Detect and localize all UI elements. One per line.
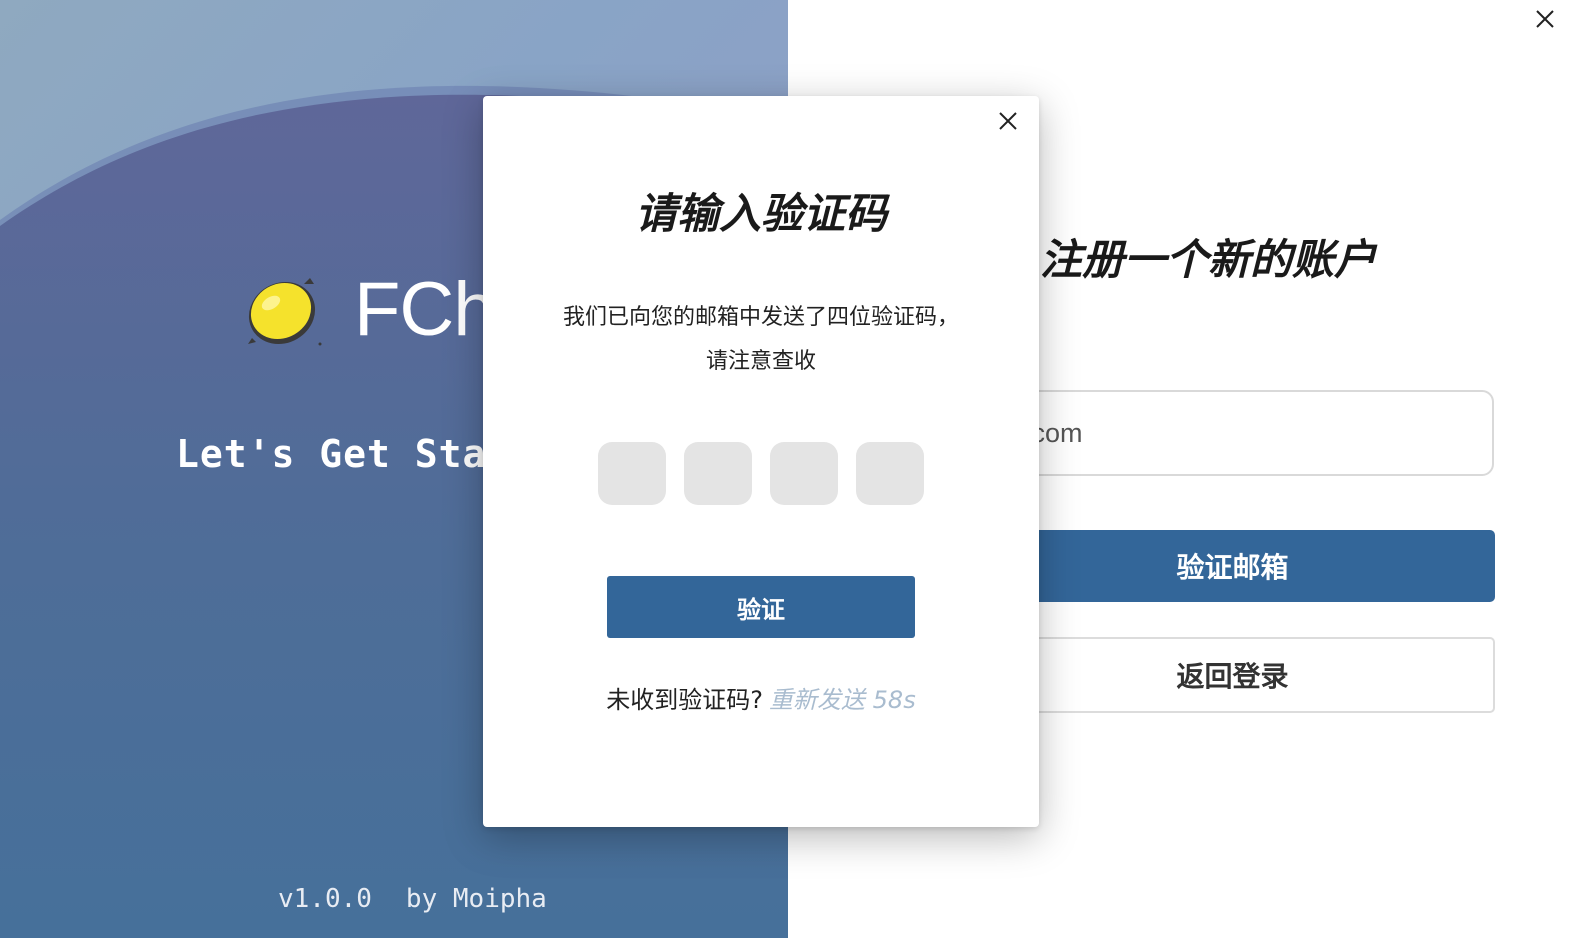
code-digit-1[interactable] xyxy=(598,442,666,505)
email-field[interactable]: il.com xyxy=(970,390,1494,476)
register-title: 注册一个新的账户 xyxy=(1040,235,1377,284)
verify-button[interactable]: 验证 xyxy=(607,576,915,638)
dialog-title: 请输入验证码 xyxy=(634,189,887,238)
verify-email-button[interactable]: 验证邮箱 xyxy=(970,530,1495,602)
lemon-icon xyxy=(248,278,322,346)
close-icon[interactable] xyxy=(1532,6,1558,32)
footer-credits: v1.0.0 by Moipha xyxy=(278,884,547,914)
resend-prompt: 未收到验证码? xyxy=(606,686,764,714)
verification-dialog: 请输入验证码 我们已向您的邮箱中发送了四位验证码， 请注意查收 验证 未收到验证… xyxy=(483,96,1039,827)
resend-row: 未收到验证码? 重新发送 58s xyxy=(483,680,1039,715)
dialog-description: 我们已向您的邮箱中发送了四位验证码， 请注意查收 xyxy=(483,296,1039,384)
code-digit-2[interactable] xyxy=(684,442,752,505)
code-digit-4[interactable] xyxy=(856,442,924,505)
version-label: v1.0.0 xyxy=(278,884,372,914)
description-line-1: 我们已向您的邮箱中发送了四位验证码， xyxy=(562,305,959,330)
code-input-group xyxy=(598,442,924,505)
resend-link[interactable]: 重新发送 58s xyxy=(769,686,916,714)
author-label: by Moipha xyxy=(405,884,547,914)
description-line-2: 请注意查收 xyxy=(705,349,816,374)
app-window: FChat Let's Get Started v1.0.0 by Moipha … xyxy=(0,0,1572,938)
back-to-login-button[interactable]: 返回登录 xyxy=(970,637,1495,713)
code-digit-3[interactable] xyxy=(770,442,838,505)
close-icon[interactable] xyxy=(995,108,1021,134)
